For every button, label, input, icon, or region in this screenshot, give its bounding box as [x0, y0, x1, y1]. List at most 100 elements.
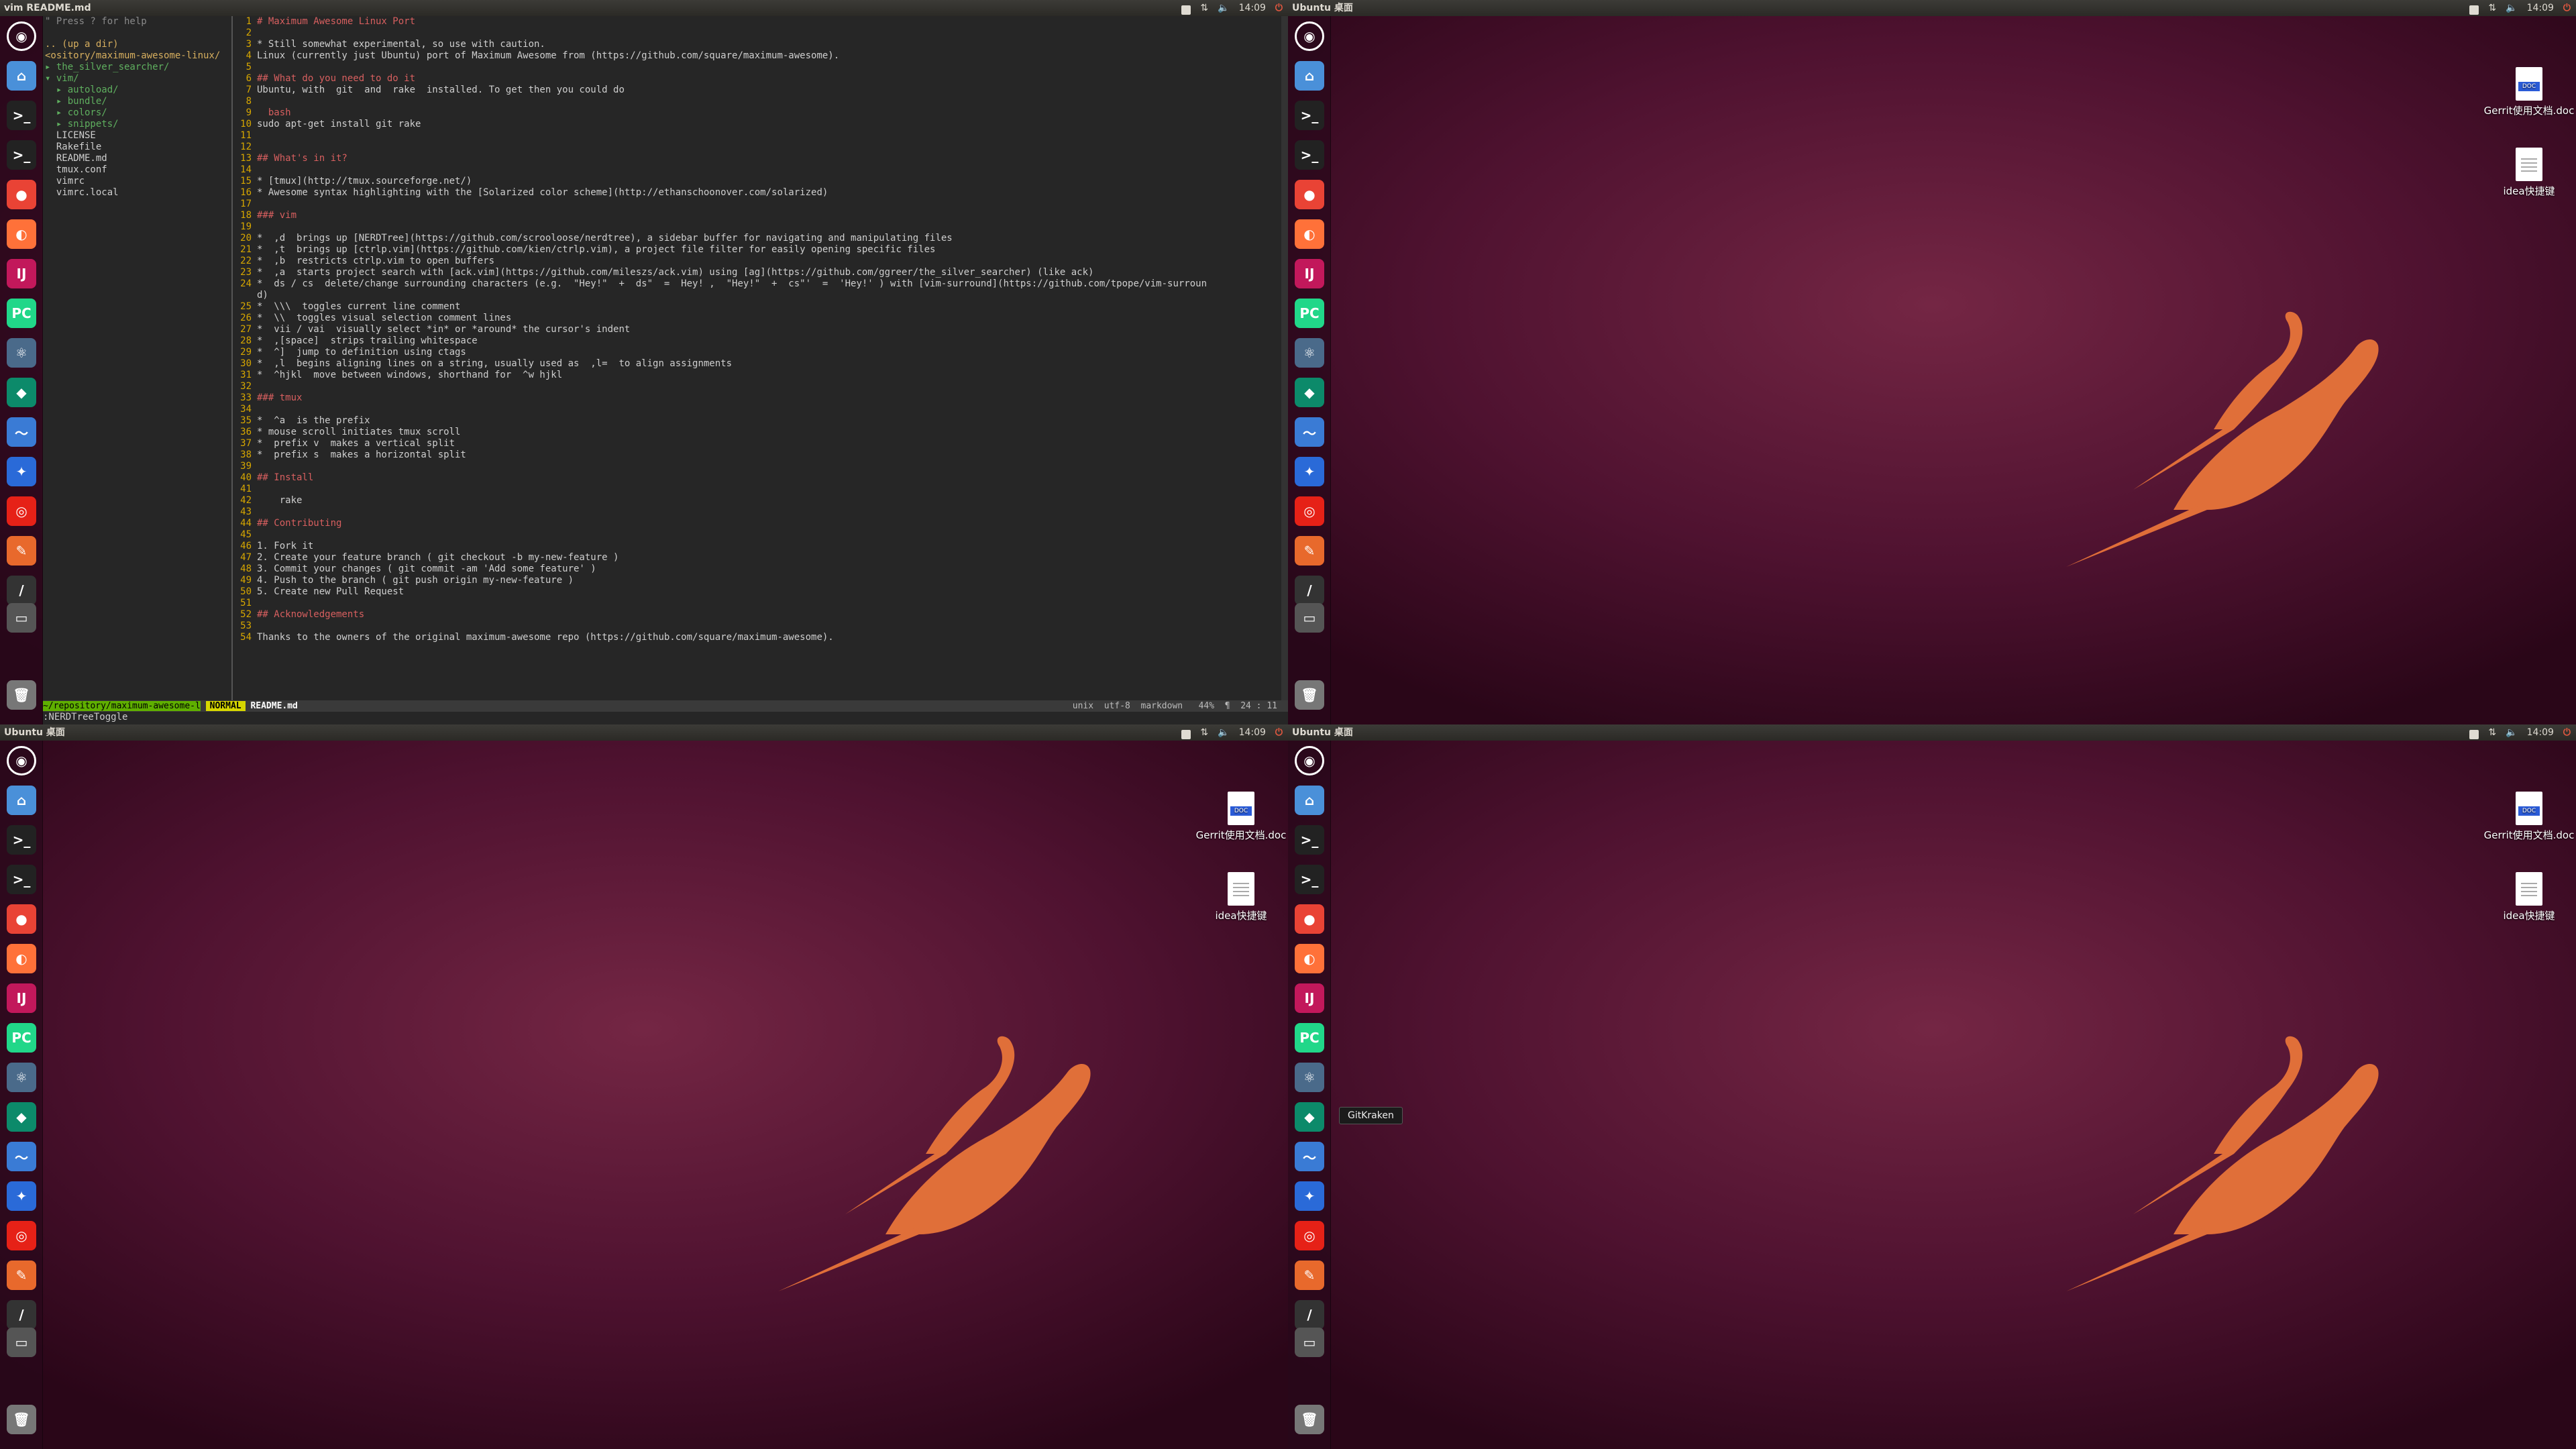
volume-icon[interactable]: 🔈: [1218, 724, 1229, 741]
gitkraken-icon[interactable]: ◆: [7, 378, 36, 407]
chrome-icon[interactable]: ●: [7, 180, 36, 209]
gitkraken-icon[interactable]: ◆: [1295, 378, 1324, 407]
tree-entry[interactable]: ▸ bundle/: [43, 96, 231, 107]
desktop-file-icon[interactable]: Gerrit使用文档.doc: [2475, 67, 2576, 117]
firefox-icon[interactable]: ◐: [1295, 944, 1324, 973]
pycharm-icon[interactable]: PC: [1295, 1023, 1324, 1053]
firefox-icon[interactable]: ◐: [1295, 219, 1324, 249]
desktop-file-icon[interactable]: Gerrit使用文档.doc: [1187, 792, 1288, 842]
desktop-file-icon[interactable]: idea快捷键: [1187, 872, 1288, 922]
jetbrains-toolbox-icon[interactable]: ✎: [7, 1260, 36, 1290]
files-icon[interactable]: ⌂: [1295, 61, 1324, 91]
netease-music-icon[interactable]: ◎: [1295, 496, 1324, 526]
tree-entry[interactable]: <ository/maximum-awesome-linux/: [43, 50, 231, 62]
terminal-icon[interactable]: >_: [1295, 101, 1324, 130]
tree-entry[interactable]: vimrc: [43, 176, 231, 187]
keyboard-indicator-icon[interactable]: [1181, 729, 1191, 739]
kingsoft-icon[interactable]: ✦: [7, 1181, 36, 1211]
atom-icon[interactable]: ⚛: [7, 338, 36, 368]
pycharm-icon[interactable]: PC: [1295, 299, 1324, 328]
monitor-icon[interactable]: 〜: [7, 1142, 36, 1171]
netease-music-icon[interactable]: ◎: [7, 1221, 36, 1250]
pen-icon[interactable]: /: [1295, 1300, 1324, 1330]
trash-icon[interactable]: 🗑: [1295, 1405, 1324, 1434]
ubuntu-dash-icon[interactable]: ◉: [1295, 746, 1324, 775]
ubuntu-dash-icon[interactable]: ◉: [7, 746, 36, 775]
tree-entry[interactable]: LICENSE: [43, 130, 231, 142]
netease-music-icon[interactable]: ◎: [1295, 1221, 1324, 1250]
intellij-icon[interactable]: IJ: [7, 259, 36, 288]
jetbrains-toolbox-icon[interactable]: ✎: [1295, 536, 1324, 566]
network-icon[interactable]: ⇅: [1200, 724, 1208, 741]
monitor-icon[interactable]: 〜: [1295, 1142, 1324, 1171]
tree-entry[interactable]: tmux.conf: [43, 164, 231, 176]
power-icon[interactable]: ⏻: [2563, 0, 2571, 16]
kingsoft-icon[interactable]: ✦: [1295, 1181, 1324, 1211]
ubuntu-dash-icon[interactable]: ◉: [1295, 21, 1324, 51]
terminal-icon[interactable]: >_: [1295, 140, 1324, 170]
desktop-file-icon[interactable]: Gerrit使用文档.doc: [2475, 792, 2576, 842]
terminal-icon[interactable]: >_: [1295, 825, 1324, 855]
monitor-icon[interactable]: 〜: [1295, 417, 1324, 447]
volume-icon[interactable]: 🔈: [1218, 0, 1229, 16]
terminal-icon[interactable]: >_: [7, 101, 36, 130]
kingsoft-icon[interactable]: ✦: [1295, 457, 1324, 486]
network-icon[interactable]: ⇅: [2488, 0, 2496, 16]
intellij-icon[interactable]: IJ: [7, 983, 36, 1013]
terminal-icon[interactable]: >_: [1295, 865, 1324, 894]
drive-icon[interactable]: ▭: [7, 603, 36, 633]
desktop-file-icon[interactable]: idea快捷键: [2475, 148, 2576, 198]
tree-entry[interactable]: ▸ colors/: [43, 107, 231, 119]
power-icon[interactable]: ⏻: [1275, 724, 1283, 741]
tree-entry[interactable]: ▸ snippets/: [43, 119, 231, 130]
jetbrains-toolbox-icon[interactable]: ✎: [1295, 1260, 1324, 1290]
pycharm-icon[interactable]: PC: [7, 1023, 36, 1053]
volume-icon[interactable]: 🔈: [2506, 0, 2517, 16]
keyboard-indicator-icon[interactable]: [1181, 5, 1191, 15]
power-icon[interactable]: ⏻: [1275, 0, 1283, 16]
pen-icon[interactable]: /: [7, 1300, 36, 1330]
drive-icon[interactable]: ▭: [1295, 1328, 1324, 1357]
chrome-icon[interactable]: ●: [1295, 180, 1324, 209]
files-icon[interactable]: ⌂: [1295, 786, 1324, 815]
clock[interactable]: 14:09: [1239, 0, 1266, 16]
drive-icon[interactable]: ▭: [1295, 603, 1324, 633]
files-icon[interactable]: ⌂: [7, 61, 36, 91]
tree-entry[interactable]: ▸ autoload/: [43, 85, 231, 96]
trash-icon[interactable]: 🗑: [1295, 680, 1324, 710]
atom-icon[interactable]: ⚛: [7, 1063, 36, 1092]
atom-icon[interactable]: ⚛: [1295, 1063, 1324, 1092]
chrome-icon[interactable]: ●: [7, 904, 36, 934]
tree-entry[interactable]: [43, 28, 231, 39]
network-icon[interactable]: ⇅: [1200, 0, 1208, 16]
volume-icon[interactable]: 🔈: [2506, 724, 2517, 741]
kingsoft-icon[interactable]: ✦: [7, 457, 36, 486]
tree-entry[interactable]: .. (up a dir): [43, 39, 231, 50]
drive-icon[interactable]: ▭: [7, 1328, 36, 1357]
gitkraken-icon[interactable]: ◆: [7, 1102, 36, 1132]
network-icon[interactable]: ⇅: [2488, 724, 2496, 741]
firefox-icon[interactable]: ◐: [7, 219, 36, 249]
tree-entry[interactable]: " Press ? for help: [43, 16, 231, 28]
files-icon[interactable]: ⌂: [7, 786, 36, 815]
tree-entry[interactable]: Rakefile: [43, 142, 231, 153]
desktop-file-icon[interactable]: idea快捷键: [2475, 872, 2576, 922]
vim-editor-window[interactable]: " Press ? for help .. (up a dir) <ository/…: [43, 16, 1288, 724]
gitkraken-icon[interactable]: ◆: [1295, 1102, 1324, 1132]
intellij-icon[interactable]: IJ: [1295, 983, 1324, 1013]
command-line[interactable]: :NERDTreeToggle: [43, 712, 127, 723]
scrollbar[interactable]: [1281, 16, 1288, 700]
editor-buffer[interactable]: 1 # Maximum Awesome Linux Port 2 3 * Still s…: [235, 16, 1284, 700]
firefox-icon[interactable]: ◐: [7, 944, 36, 973]
power-icon[interactable]: ⏻: [2563, 724, 2571, 741]
jetbrains-toolbox-icon[interactable]: ✎: [7, 536, 36, 566]
pen-icon[interactable]: /: [1295, 576, 1324, 605]
netease-music-icon[interactable]: ◎: [7, 496, 36, 526]
trash-icon[interactable]: 🗑: [7, 1405, 36, 1434]
atom-icon[interactable]: ⚛: [1295, 338, 1324, 368]
terminal-icon[interactable]: >_: [7, 825, 36, 855]
ubuntu-dash-icon[interactable]: ◉: [7, 21, 36, 51]
clock[interactable]: 14:09: [2527, 0, 2554, 16]
chrome-icon[interactable]: ●: [1295, 904, 1324, 934]
tree-entry[interactable]: ▸ the_silver_searcher/: [43, 62, 231, 73]
